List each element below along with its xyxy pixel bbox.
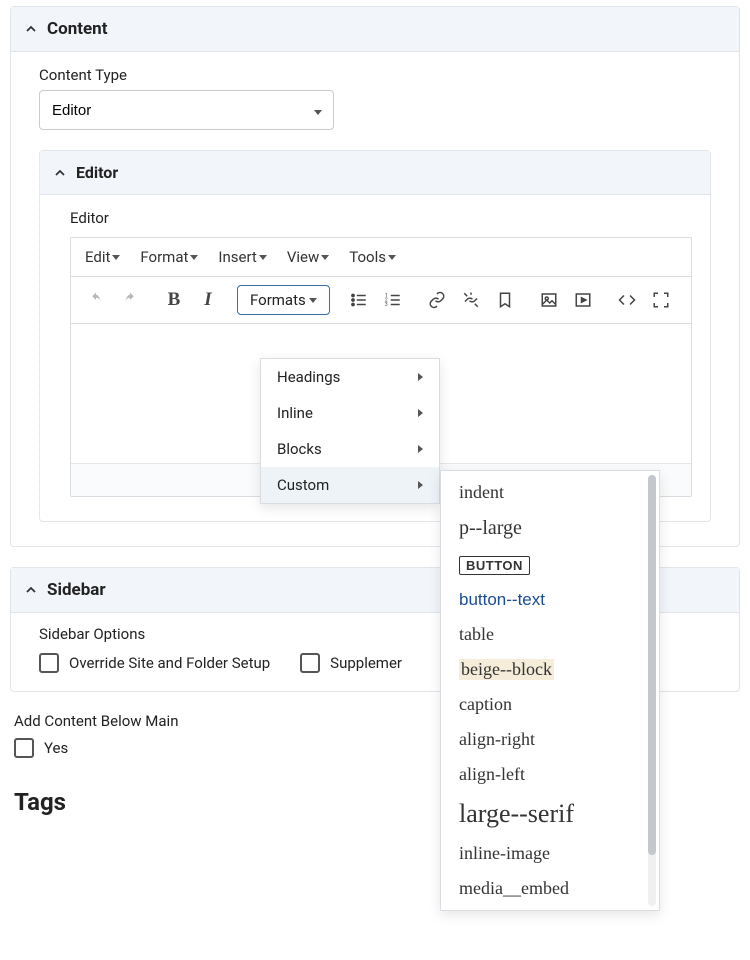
checkbox-icon <box>39 653 59 673</box>
caret-down-icon <box>321 255 329 260</box>
caret-down-icon <box>112 255 120 260</box>
formats-dropdown: Headings Inline Blocks Custom <box>260 358 440 504</box>
checkbox-icon <box>14 738 34 758</box>
bold-button[interactable]: B <box>159 285 189 315</box>
custom-item-indent[interactable]: indent <box>441 475 659 510</box>
formats-menu-custom[interactable]: Custom <box>261 467 439 503</box>
custom-item-button[interactable]: BUTTON <box>441 547 659 582</box>
image-button[interactable] <box>534 285 564 315</box>
formats-menu-headings[interactable]: Headings <box>261 359 439 395</box>
custom-item-large-serif[interactable]: large--serif <box>441 792 659 836</box>
chevron-right-icon <box>418 445 423 453</box>
override-label: Override Site and Folder Setup <box>69 654 270 672</box>
editor-toolbar: B I Formats 123 <box>71 277 691 324</box>
sidebar-section-title: Sidebar <box>47 580 106 600</box>
editor-menubar: Edit Format Insert View Tools <box>71 238 691 277</box>
caret-down-icon <box>309 298 317 303</box>
custom-item-inline-image[interactable]: inline-image <box>441 836 659 871</box>
content-type-select[interactable] <box>39 90 334 130</box>
bookmark-button[interactable] <box>490 285 520 315</box>
chevron-up-icon <box>54 167 66 179</box>
override-checkbox-item[interactable]: Override Site and Folder Setup <box>39 653 270 673</box>
menu-format[interactable]: Format <box>140 248 198 266</box>
custom-item-align-right[interactable]: align-right <box>441 722 659 757</box>
content-type-label: Content Type <box>39 66 711 84</box>
chevron-up-icon <box>25 23 37 35</box>
content-section-title: Content <box>47 19 107 39</box>
checkbox-icon <box>300 653 320 673</box>
chevron-up-icon <box>25 584 37 596</box>
yes-label: Yes <box>44 739 68 757</box>
custom-item-align-left[interactable]: align-left <box>441 757 659 792</box>
numbered-list-button[interactable]: 123 <box>378 285 408 315</box>
formats-menu-inline[interactable]: Inline <box>261 395 439 431</box>
caret-down-icon <box>259 255 267 260</box>
link-button[interactable] <box>422 285 452 315</box>
content-type-select-wrap <box>39 90 334 130</box>
code-button[interactable] <box>612 285 642 315</box>
italic-button[interactable]: I <box>193 285 223 315</box>
custom-formats-dropdown: indent p--large BUTTON button--text tabl… <box>440 470 660 911</box>
custom-item-media-embed[interactable]: media__embed <box>441 871 659 906</box>
undo-button[interactable] <box>81 285 111 315</box>
redo-button[interactable] <box>115 285 145 315</box>
chevron-right-icon <box>418 373 423 381</box>
chevron-right-icon <box>418 481 423 489</box>
custom-item-p-large[interactable]: p--large <box>441 510 659 547</box>
formats-button[interactable]: Formats <box>237 285 330 315</box>
formats-menu-blocks[interactable]: Blocks <box>261 431 439 467</box>
caret-down-icon <box>388 255 396 260</box>
fullscreen-button[interactable] <box>646 285 676 315</box>
menu-tools[interactable]: Tools <box>349 248 396 266</box>
editor-panel-header[interactable]: Editor <box>40 151 710 195</box>
menu-edit[interactable]: Edit <box>85 248 120 266</box>
menu-insert[interactable]: Insert <box>218 248 266 266</box>
media-button[interactable] <box>568 285 598 315</box>
custom-item-table[interactable]: table <box>441 617 659 652</box>
supplementary-checkbox-item[interactable]: Supplemer <box>300 653 402 673</box>
custom-item-button-text[interactable]: button--text <box>441 582 659 617</box>
editor-section-title: Editor <box>76 163 118 182</box>
custom-item-caption[interactable]: caption <box>441 687 659 722</box>
caret-down-icon <box>190 255 198 260</box>
chevron-right-icon <box>418 409 423 417</box>
custom-item-beige-block[interactable]: beige--block <box>441 652 659 687</box>
content-panel-header[interactable]: Content <box>11 7 739 52</box>
unlink-button[interactable] <box>456 285 486 315</box>
menu-view[interactable]: View <box>287 248 329 266</box>
svg-text:3: 3 <box>385 302 388 308</box>
supplementary-label: Supplemer <box>330 654 402 672</box>
editor-field-label: Editor <box>70 209 692 227</box>
scrollbar-thumb[interactable] <box>648 475 656 855</box>
bullet-list-button[interactable] <box>344 285 374 315</box>
